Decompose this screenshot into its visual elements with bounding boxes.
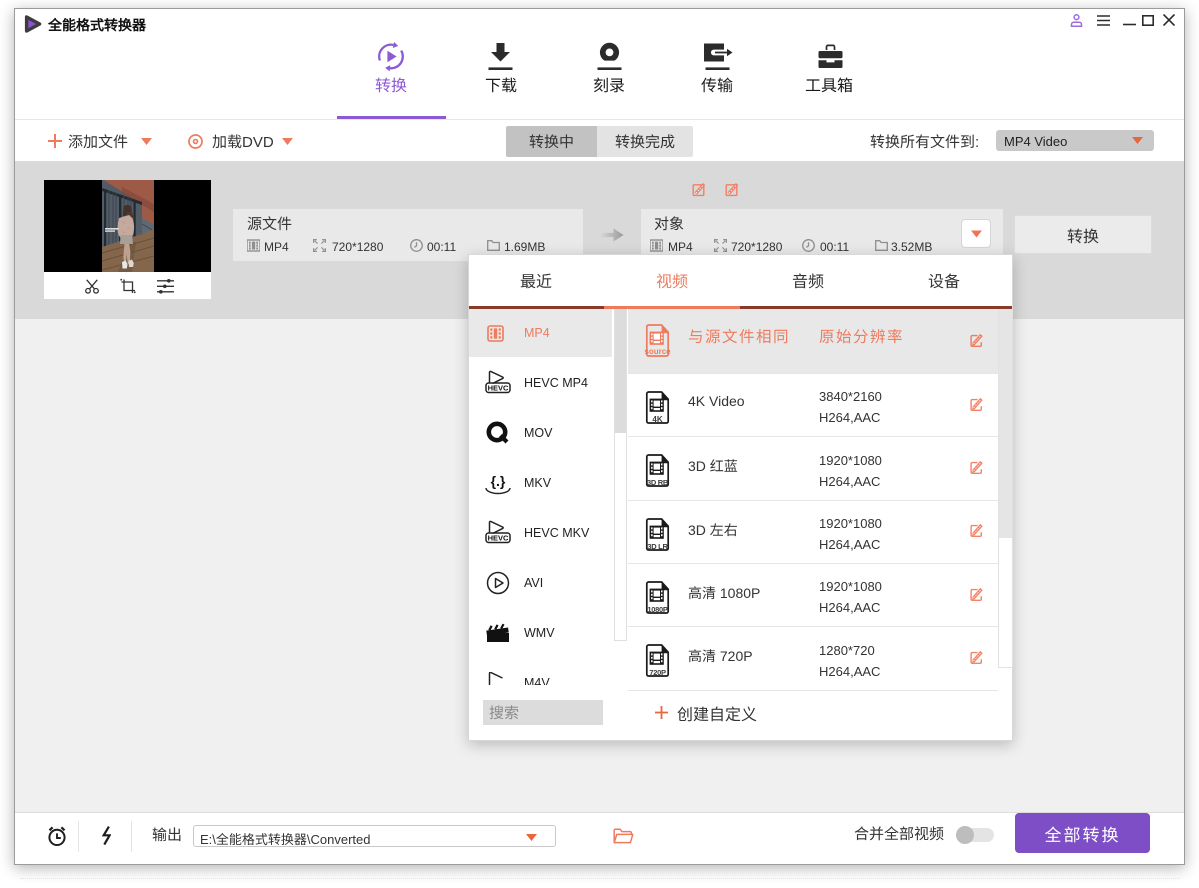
svg-text:{.}: {.} (491, 473, 506, 489)
